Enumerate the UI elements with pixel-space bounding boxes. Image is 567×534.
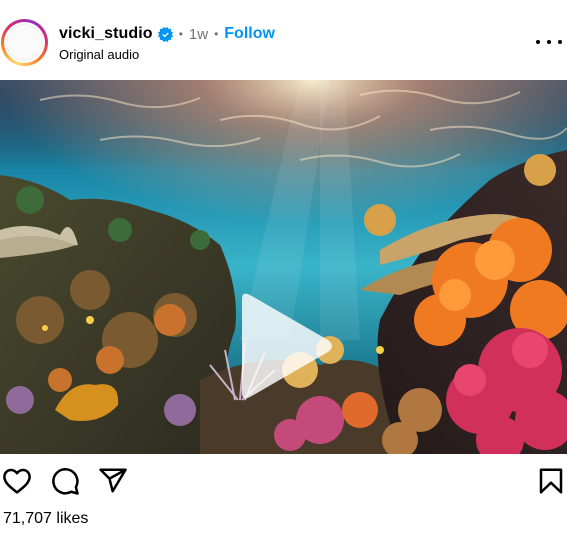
comment-icon[interactable]: [50, 466, 80, 496]
follow-button[interactable]: Follow: [224, 25, 275, 43]
more-dot: [547, 40, 551, 44]
post-header: vicki_studio • 1w • Follow Original audi…: [0, 0, 567, 80]
share-icon[interactable]: [98, 466, 128, 496]
more-dot: [558, 40, 562, 44]
avatar-inner: [4, 22, 45, 63]
avatar-image: [6, 24, 43, 61]
likes-count[interactable]: 71,707 likes: [3, 510, 88, 528]
avatar[interactable]: [1, 19, 48, 66]
separator-dot: •: [178, 27, 183, 41]
heart-icon[interactable]: [2, 466, 32, 496]
video-player[interactable]: [0, 80, 567, 454]
post-actions: [0, 460, 567, 502]
bookmark-icon[interactable]: [536, 466, 566, 496]
user-line: vicki_studio • 1w • Follow: [59, 23, 275, 45]
separator-dot: •: [214, 27, 219, 41]
username-link[interactable]: vicki_studio: [59, 25, 153, 43]
instagram-post: vicki_studio • 1w • Follow Original audi…: [0, 0, 567, 534]
audio-link[interactable]: Original audio: [59, 47, 139, 62]
verified-badge-icon: [157, 26, 173, 42]
more-dot: [536, 40, 540, 44]
post-time[interactable]: 1w: [189, 26, 208, 43]
more-options-icon[interactable]: [536, 32, 562, 52]
play-icon[interactable]: [236, 291, 336, 401]
